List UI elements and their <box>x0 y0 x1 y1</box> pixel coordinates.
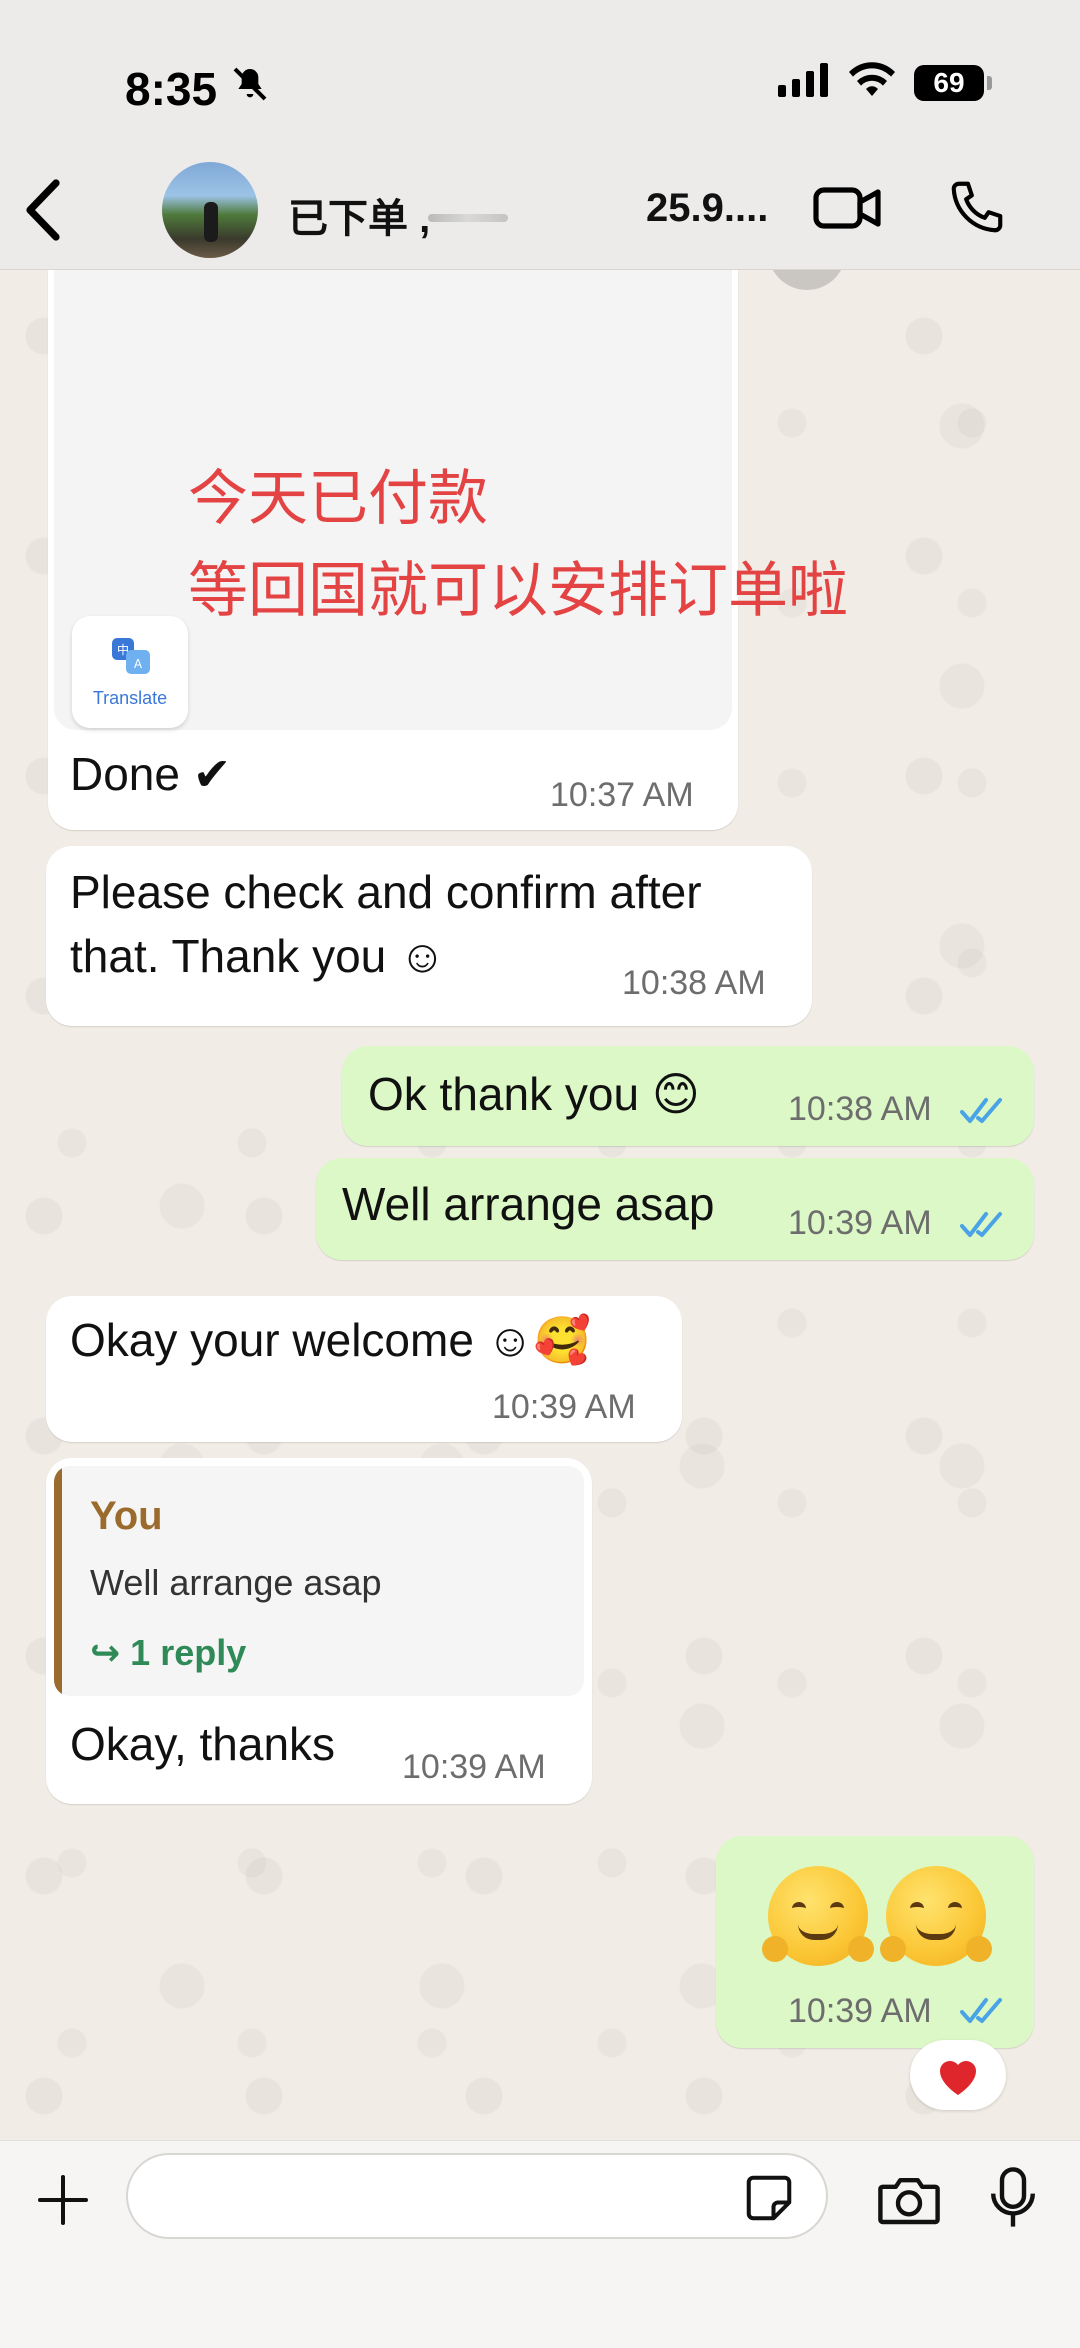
svg-text:中: 中 <box>117 642 129 657</box>
message-text: Okay your welcome ☺🥰 <box>70 1314 591 1366</box>
contact-number[interactable]: 25.9.... <box>646 186 768 231</box>
message-list[interactable]: 今天已付款 等回国就可以安排订单啦 中 A Translate Done ✔ 1… <box>0 270 1080 2140</box>
battery-indicator: 69 <box>914 64 992 101</box>
message-text: Okay, thanks <box>70 1718 336 1770</box>
message-time: 10:39 AM <box>492 1388 636 1426</box>
microphone-icon[interactable] <box>990 2165 1036 2236</box>
message-text: Ok thank you 😊 <box>368 1068 700 1120</box>
outgoing-message[interactable]: Well arrange asap 10:39 AM <box>316 1158 1034 1260</box>
incoming-message-with-quote[interactable]: You Well arrange asap ↪ 1 reply Okay, th… <box>46 1458 592 1804</box>
message-input[interactable] <box>126 2153 828 2239</box>
camera-icon[interactable] <box>876 2173 942 2232</box>
message-text: Done ✔ <box>70 748 232 800</box>
contact-name-obscured <box>428 214 508 222</box>
message-time: 10:39 AM <box>788 1992 932 2030</box>
svg-text:A: A <box>134 657 143 671</box>
wifi-icon <box>848 62 896 103</box>
status-indicators: 69 <box>778 62 992 103</box>
plus-icon[interactable] <box>36 2173 90 2232</box>
quote-accent-bar <box>54 1466 62 1696</box>
status-bar: 8:35 69 <box>0 0 1080 150</box>
video-call-icon[interactable] <box>812 180 884 241</box>
double-check-icon <box>960 1998 1002 2023</box>
translate-label: Translate <box>92 688 168 708</box>
hugging-face-emoji <box>880 1866 992 1966</box>
heart-icon <box>940 2061 976 2095</box>
quote-author: You <box>90 1494 163 1538</box>
message-time: 10:37 AM <box>550 776 694 814</box>
quote-text: Well arrange asap <box>90 1562 382 1603</box>
scroll-indicator <box>768 270 846 290</box>
outgoing-emoji-message[interactable]: 🤗 🤗 10:39 AM <box>716 1836 1034 2048</box>
outgoing-message[interactable]: Ok thank you 😊 10:38 AM <box>342 1046 1034 1146</box>
double-check-icon <box>960 1098 1002 1123</box>
translate-icon: 中 A <box>112 638 150 674</box>
double-check-icon <box>960 1212 1002 1237</box>
phone-icon[interactable] <box>946 176 1008 243</box>
message-time: 10:39 AM <box>402 1748 546 1786</box>
translate-button[interactable]: 中 A Translate <box>72 616 188 728</box>
message-time: 10:38 AM <box>788 1090 932 1128</box>
hugging-face-emoji <box>762 1866 874 1966</box>
incoming-message[interactable]: Okay your welcome ☺🥰 10:39 AM <box>46 1296 682 1442</box>
heart-reaction[interactable] <box>910 2040 1006 2110</box>
incoming-message[interactable]: Please check and confirm after that. Tha… <box>46 846 812 1026</box>
contact-name[interactable]: 已下单 , <box>288 186 430 244</box>
image-content[interactable]: 今天已付款 等回国就可以安排订单啦 中 A Translate <box>54 270 848 730</box>
contact-avatar[interactable] <box>162 162 258 258</box>
message-text: Please check and confirm after that. Tha… <box>70 866 702 982</box>
image-text-line-1: 今天已付款 <box>188 464 488 534</box>
image-message[interactable]: 今天已付款 等回国就可以安排订单啦 中 A Translate Done ✔ 1… <box>48 270 848 830</box>
reply-count-link[interactable]: ↪ 1 reply <box>90 1632 246 1674</box>
back-arrow-icon[interactable] <box>20 175 80 245</box>
sticker-icon[interactable] <box>742 2171 796 2230</box>
image-text-line-2: 等回国就可以安排订单啦 <box>188 556 848 626</box>
message-text: Well arrange asap <box>342 1178 715 1230</box>
chat-header: 已下单 , 25.9.... <box>0 150 1080 270</box>
status-time: 8:35 <box>125 63 218 115</box>
message-time: 10:38 AM <box>622 964 766 1002</box>
message-time: 10:39 AM <box>788 1204 932 1242</box>
quoted-message[interactable]: You Well arrange asap ↪ 1 reply <box>54 1466 584 1696</box>
bell-slash-icon <box>230 64 270 109</box>
message-composer <box>0 2140 1080 2348</box>
signal-icon <box>778 63 830 102</box>
